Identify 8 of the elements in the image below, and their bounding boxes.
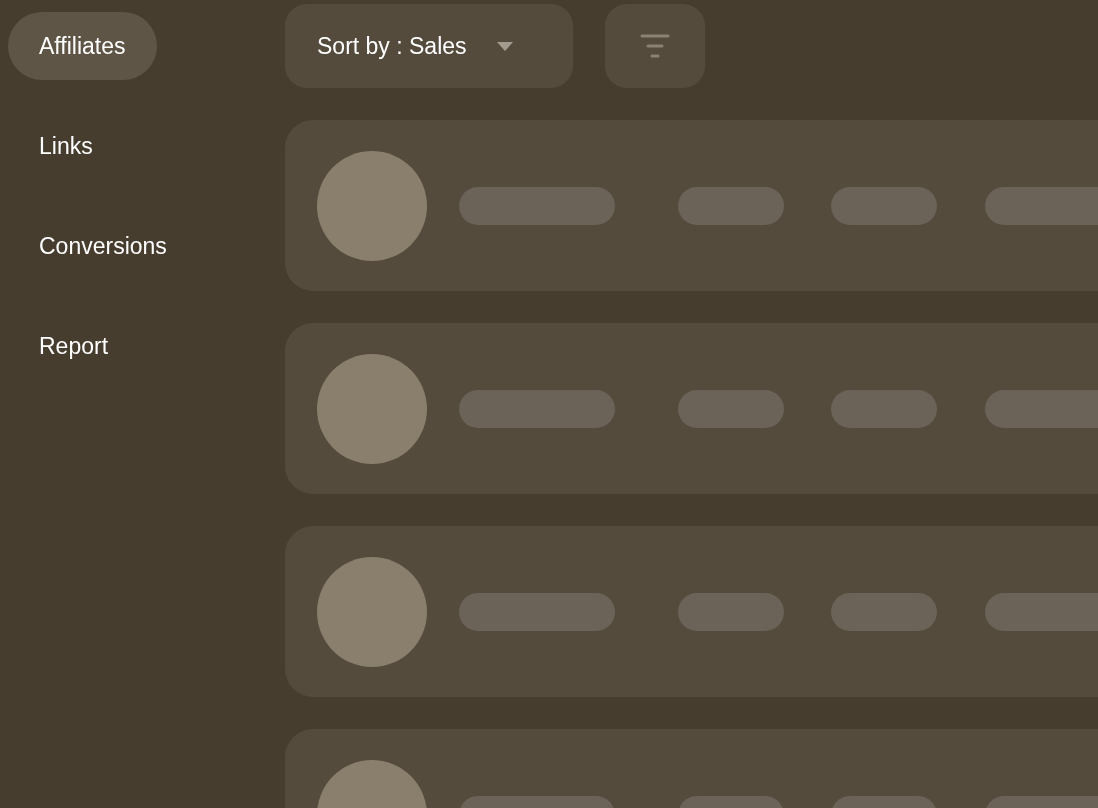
filter-icon xyxy=(640,34,670,58)
sort-dropdown[interactable]: Sort by : Sales xyxy=(285,4,573,88)
sidebar-item[interactable]: Affiliates xyxy=(8,12,157,80)
filter-button[interactable] xyxy=(605,4,705,88)
sidebar-item[interactable]: Report xyxy=(8,312,140,380)
caret-icon xyxy=(496,41,513,51)
sidebar-item[interactable]: Links xyxy=(8,112,124,180)
sidebar-item[interactable]: Conversions xyxy=(8,212,198,280)
